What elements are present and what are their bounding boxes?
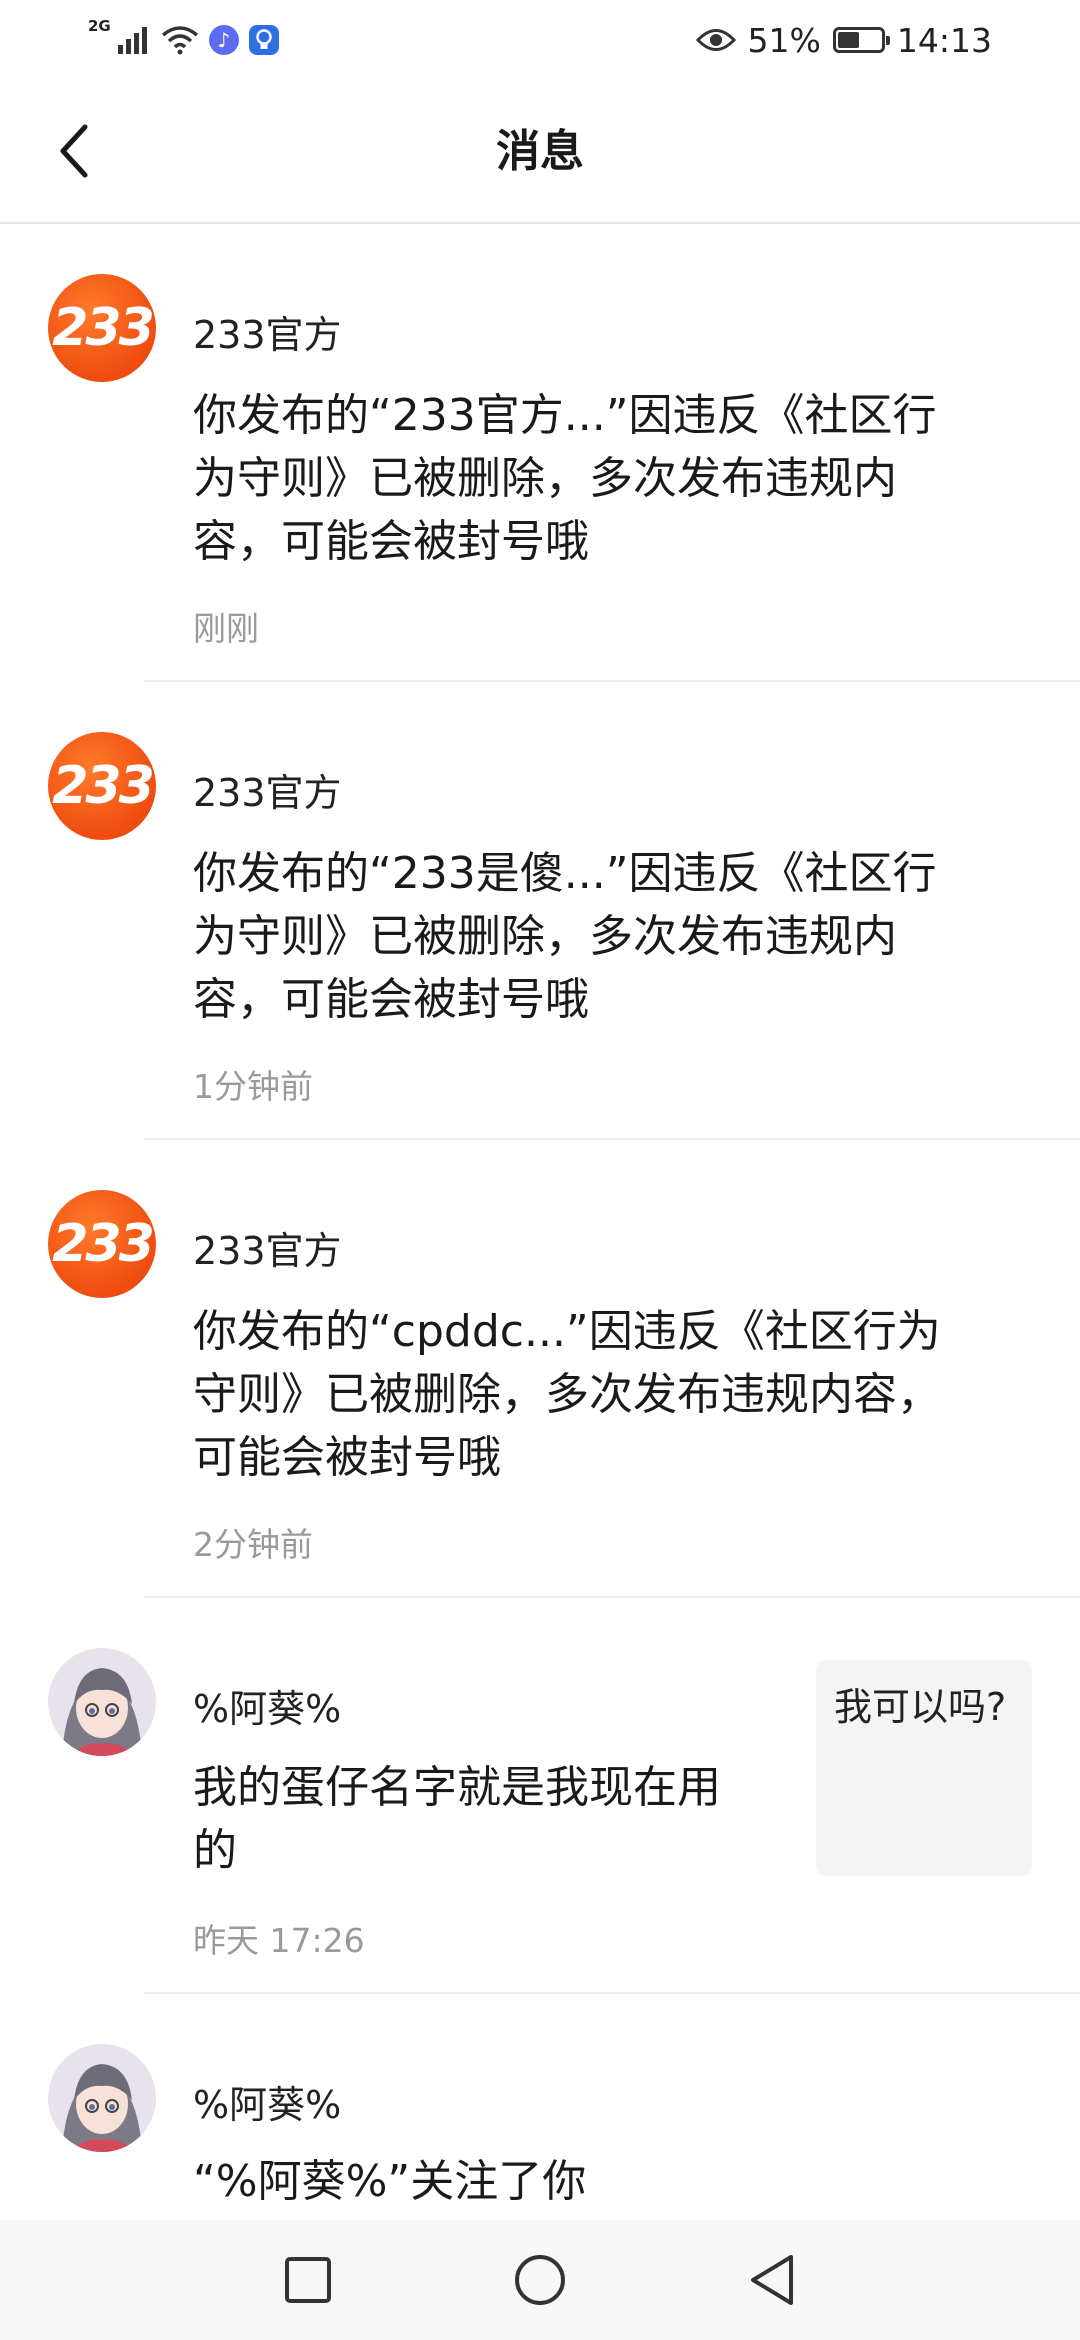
chevron-left-icon [60,124,88,178]
circle-icon [515,2255,565,2305]
home-button[interactable] [510,2250,570,2310]
message-item[interactable]: 233 233官方 你发布的“cpddc...”因违反《社区行为守则》已被删除，… [0,1140,1080,1598]
message-item[interactable]: %阿葵% “%阿葵%”关注了你 [0,1994,1080,2254]
back-button[interactable] [44,116,104,186]
top-app-bar: 消息 [0,80,1080,224]
message-content: 你发布的“cpddc...”因违反《社区行为守则》已被删除，多次发布违规内容，可… [193,1306,941,1483]
bulb-app-icon [248,25,279,55]
avatar-logo-text: 233 [52,298,155,358]
music-app-icon: ♪ [208,25,239,55]
message-content: 你发布的“233官方...”因违反《社区行为守则》已被删除，多次发布违规内容，可… [193,390,937,567]
avatar[interactable]: 233 [48,732,156,840]
battery-percent: 51% [747,20,821,60]
message-time: 1分钟前 [193,1067,313,1106]
anime-avatar-image [48,1648,156,1756]
sender-name: 233官方 [193,771,342,815]
triangle-back-icon [751,2255,793,2305]
sender-name: 233官方 [193,1229,342,1273]
page-title: 消息 [496,126,584,177]
message-content: 你发布的“233是傻...”因违反《社区行为守则》已被删除，多次发布违规内容，可… [193,848,937,1025]
battery-level [837,32,859,48]
avatar[interactable] [48,1648,156,1756]
avatar[interactable]: 233 [48,1190,156,1298]
system-nav-bar [0,2220,1080,2340]
sender-name: 233官方 [193,313,342,357]
message-content: “%阿葵%”关注了你 [193,2156,587,2207]
status-bar-left: 2G ♪ [88,17,279,55]
eye-icon [695,29,736,51]
status-bar-right: 51% 14:13 [695,20,992,60]
avatar-logo-text: 233 [52,1214,155,1274]
message-time: 刚刚 [193,609,259,648]
sender-name: %阿葵% [193,1687,342,1731]
reply-preview-card[interactable]: 我可以吗? [816,1660,1032,1876]
clock: 14:13 [896,20,992,60]
message-list[interactable]: 233 233官方 你发布的“233官方...”因违反《社区行为守则》已被删除，… [0,224,1080,2254]
avatar[interactable]: 233 [48,274,156,382]
message-time: 昨天 17:26 [193,1921,365,1960]
square-icon [285,2257,331,2303]
message-time: 2分钟前 [193,1525,313,1564]
battery-icon [832,27,890,53]
avatar[interactable] [48,2044,156,2152]
message-item[interactable]: 233 233官方 你发布的“233官方...”因违反《社区行为守则》已被删除，… [0,224,1080,682]
signal-icon [117,27,147,54]
status-bar: 2G ♪ 51% 14:13 [0,0,1080,80]
avatar-logo-text: 233 [52,756,155,816]
recent-apps-button[interactable] [278,2250,338,2310]
sender-name: %阿葵% [193,2083,342,2127]
message-item[interactable]: 233 233官方 你发布的“233是傻...”因违反《社区行为守则》已被删除，… [0,682,1080,1140]
wifi-icon [161,26,198,55]
message-content: 我的蛋仔名字就是我现在用的 [193,1762,721,1876]
anime-avatar-image [48,2044,156,2152]
message-item[interactable]: %阿葵% 我的蛋仔名字就是我现在用的 昨天 17:26 我可以吗? [0,1598,1080,1994]
nav-back-button[interactable] [742,2250,802,2310]
network-type: 2G [88,17,111,35]
